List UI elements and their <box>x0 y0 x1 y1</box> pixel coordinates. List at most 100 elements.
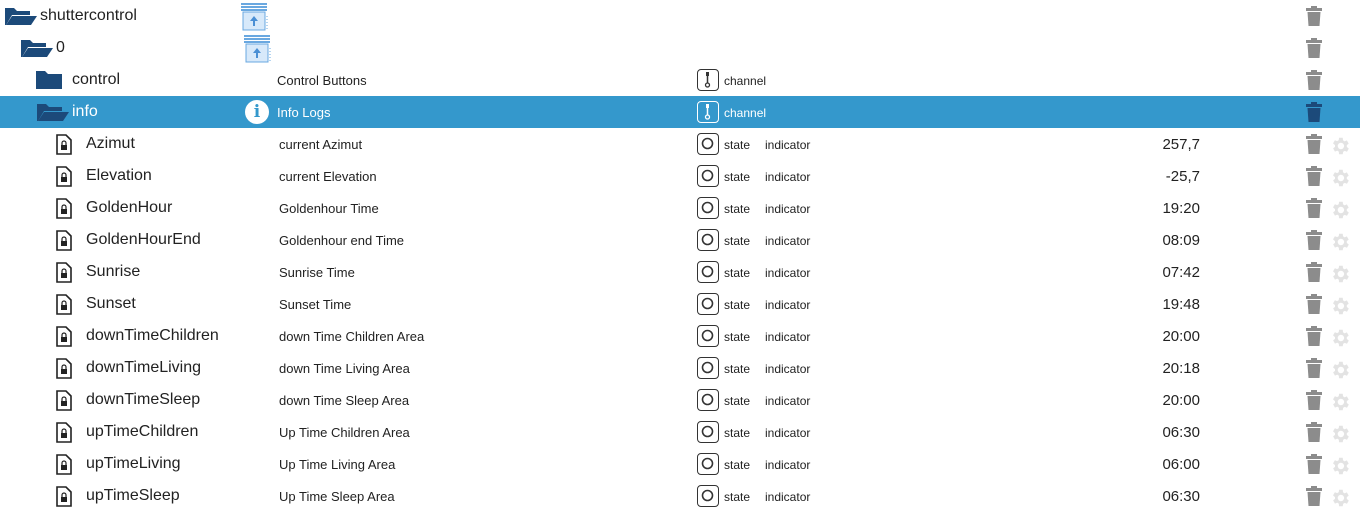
delete-button[interactable] <box>1306 166 1322 191</box>
trash-icon <box>1306 454 1322 478</box>
file-lock-icon[interactable] <box>56 326 72 352</box>
settings-button[interactable] <box>1329 487 1351 514</box>
gear-icon <box>1329 457 1351 481</box>
delete-button[interactable] <box>1306 390 1322 415</box>
object-value[interactable]: 06:30 <box>1162 424 1200 441</box>
object-description: Info Logs <box>277 105 331 120</box>
object-value[interactable]: 19:20 <box>1162 200 1200 217</box>
object-name: upTimeSleep <box>86 487 180 504</box>
object-name: info <box>72 103 98 120</box>
tree-row-0[interactable]: 0 <box>0 32 1360 64</box>
settings-button[interactable] <box>1329 167 1351 194</box>
tree-row-Elevation[interactable]: Elevation current Elevation state indicator… <box>0 160 1360 192</box>
tree-row-control[interactable]: control Control Buttons channel <box>0 64 1360 96</box>
delete-button[interactable] <box>1306 294 1322 319</box>
object-value[interactable]: 20:18 <box>1162 360 1200 377</box>
folder-icon[interactable] <box>36 70 62 95</box>
object-description: Up Time Children Area <box>279 425 410 440</box>
delete-button[interactable] <box>1306 230 1322 255</box>
folder-open-icon[interactable] <box>20 38 54 63</box>
object-name: Sunrise <box>86 263 141 280</box>
file-lock-icon[interactable] <box>56 422 72 448</box>
file-lock-icon[interactable] <box>56 358 72 384</box>
object-value[interactable]: -25,7 <box>1166 168 1200 185</box>
object-value[interactable]: 20:00 <box>1162 392 1200 409</box>
object-name: downTimeLiving <box>86 359 202 376</box>
channel-icon <box>697 101 719 123</box>
delete-button[interactable] <box>1306 454 1322 479</box>
trash-icon <box>1306 294 1322 318</box>
delete-button[interactable] <box>1306 38 1322 63</box>
file-lock-icon[interactable] <box>56 454 72 480</box>
gear-icon <box>1329 297 1351 321</box>
tree-row-Sunset[interactable]: Sunset Sunset Time state indicator 19:48 <box>0 288 1360 320</box>
file-lock-icon[interactable] <box>56 134 72 160</box>
object-role: indicator <box>765 490 811 504</box>
settings-button[interactable] <box>1329 391 1351 418</box>
trash-icon <box>1306 358 1322 382</box>
tree-row-downTimeChildren[interactable]: downTimeChildren down Time Children Area s… <box>0 320 1360 352</box>
object-value[interactable]: 257,7 <box>1162 136 1200 153</box>
file-lock-icon[interactable] <box>56 198 72 224</box>
delete-button[interactable] <box>1306 486 1322 511</box>
file-lock-icon[interactable] <box>56 262 72 288</box>
object-name: GoldenHourEnd <box>86 231 201 248</box>
object-value[interactable]: 06:00 <box>1162 456 1200 473</box>
object-value[interactable]: 06:30 <box>1162 488 1200 505</box>
file-lock-icon[interactable] <box>56 390 72 416</box>
object-role: indicator <box>765 426 811 440</box>
settings-button[interactable] <box>1329 455 1351 482</box>
object-name: shuttercontrol <box>40 7 137 24</box>
object-type: state <box>724 490 751 504</box>
delete-button[interactable] <box>1306 198 1322 223</box>
file-lock-icon[interactable] <box>56 230 72 256</box>
settings-button[interactable] <box>1329 231 1351 258</box>
trash-icon <box>1306 390 1322 414</box>
delete-button[interactable] <box>1306 102 1322 127</box>
tree-row-downTimeLiving[interactable]: downTimeLiving down Time Living Area state… <box>0 352 1360 384</box>
settings-button[interactable] <box>1329 359 1351 386</box>
folder-open-icon[interactable] <box>4 6 38 31</box>
delete-button[interactable] <box>1306 262 1322 287</box>
delete-button[interactable] <box>1306 134 1322 159</box>
delete-button[interactable] <box>1306 70 1322 95</box>
tree-row-Sunrise[interactable]: Sunrise Sunrise Time state indicator 07:42 <box>0 256 1360 288</box>
delete-button[interactable] <box>1306 422 1322 447</box>
tree-row-GoldenHour[interactable]: GoldenHour Goldenhour Time state indicator 1… <box>0 192 1360 224</box>
state-icon <box>697 357 719 379</box>
state-icon <box>697 197 719 219</box>
delete-button[interactable] <box>1306 6 1322 31</box>
tree-row-info[interactable]: info i Info Logs channel <box>0 96 1360 128</box>
delete-button[interactable] <box>1306 326 1322 351</box>
object-type: state <box>724 330 751 344</box>
tree-row-upTimeLiving[interactable]: upTimeLiving Up Time Living Area state indi… <box>0 448 1360 480</box>
settings-button[interactable] <box>1329 327 1351 354</box>
object-type: state <box>724 298 751 312</box>
settings-button[interactable] <box>1329 423 1351 450</box>
object-value[interactable]: 19:48 <box>1162 296 1200 313</box>
trash-icon <box>1306 70 1322 94</box>
object-value[interactable]: 20:00 <box>1162 328 1200 345</box>
object-value[interactable]: 07:42 <box>1162 264 1200 281</box>
file-lock-icon[interactable] <box>56 486 72 512</box>
tree-row-downTimeSleep[interactable]: downTimeSleep down Time Sleep Area state in… <box>0 384 1360 416</box>
file-lock-icon[interactable] <box>56 166 72 192</box>
trash-icon <box>1306 486 1322 510</box>
file-lock-icon[interactable] <box>56 294 72 320</box>
tree-row-shuttercontrol[interactable]: shuttercontrol <box>0 0 1360 32</box>
object-description: Up Time Living Area <box>279 457 396 472</box>
settings-button[interactable] <box>1329 199 1351 226</box>
folder-open-icon[interactable] <box>36 102 70 127</box>
object-name: downTimeChildren <box>86 327 219 344</box>
tree-row-upTimeSleep[interactable]: upTimeSleep Up Time Sleep Area state indica… <box>0 480 1360 512</box>
delete-button[interactable] <box>1306 358 1322 383</box>
tree-row-Azimut[interactable]: Azimut current Azimut state indicator 257,7 <box>0 128 1360 160</box>
tree-row-GoldenHourEnd[interactable]: GoldenHourEnd Goldenhour end Time state ind… <box>0 224 1360 256</box>
settings-button[interactable] <box>1329 135 1351 162</box>
object-role: indicator <box>765 234 811 248</box>
tree-row-upTimeChildren[interactable]: upTimeChildren Up Time Children Area state… <box>0 416 1360 448</box>
settings-button[interactable] <box>1329 295 1351 322</box>
settings-button[interactable] <box>1329 263 1351 290</box>
state-icon <box>697 421 719 443</box>
object-value[interactable]: 08:09 <box>1162 232 1200 249</box>
